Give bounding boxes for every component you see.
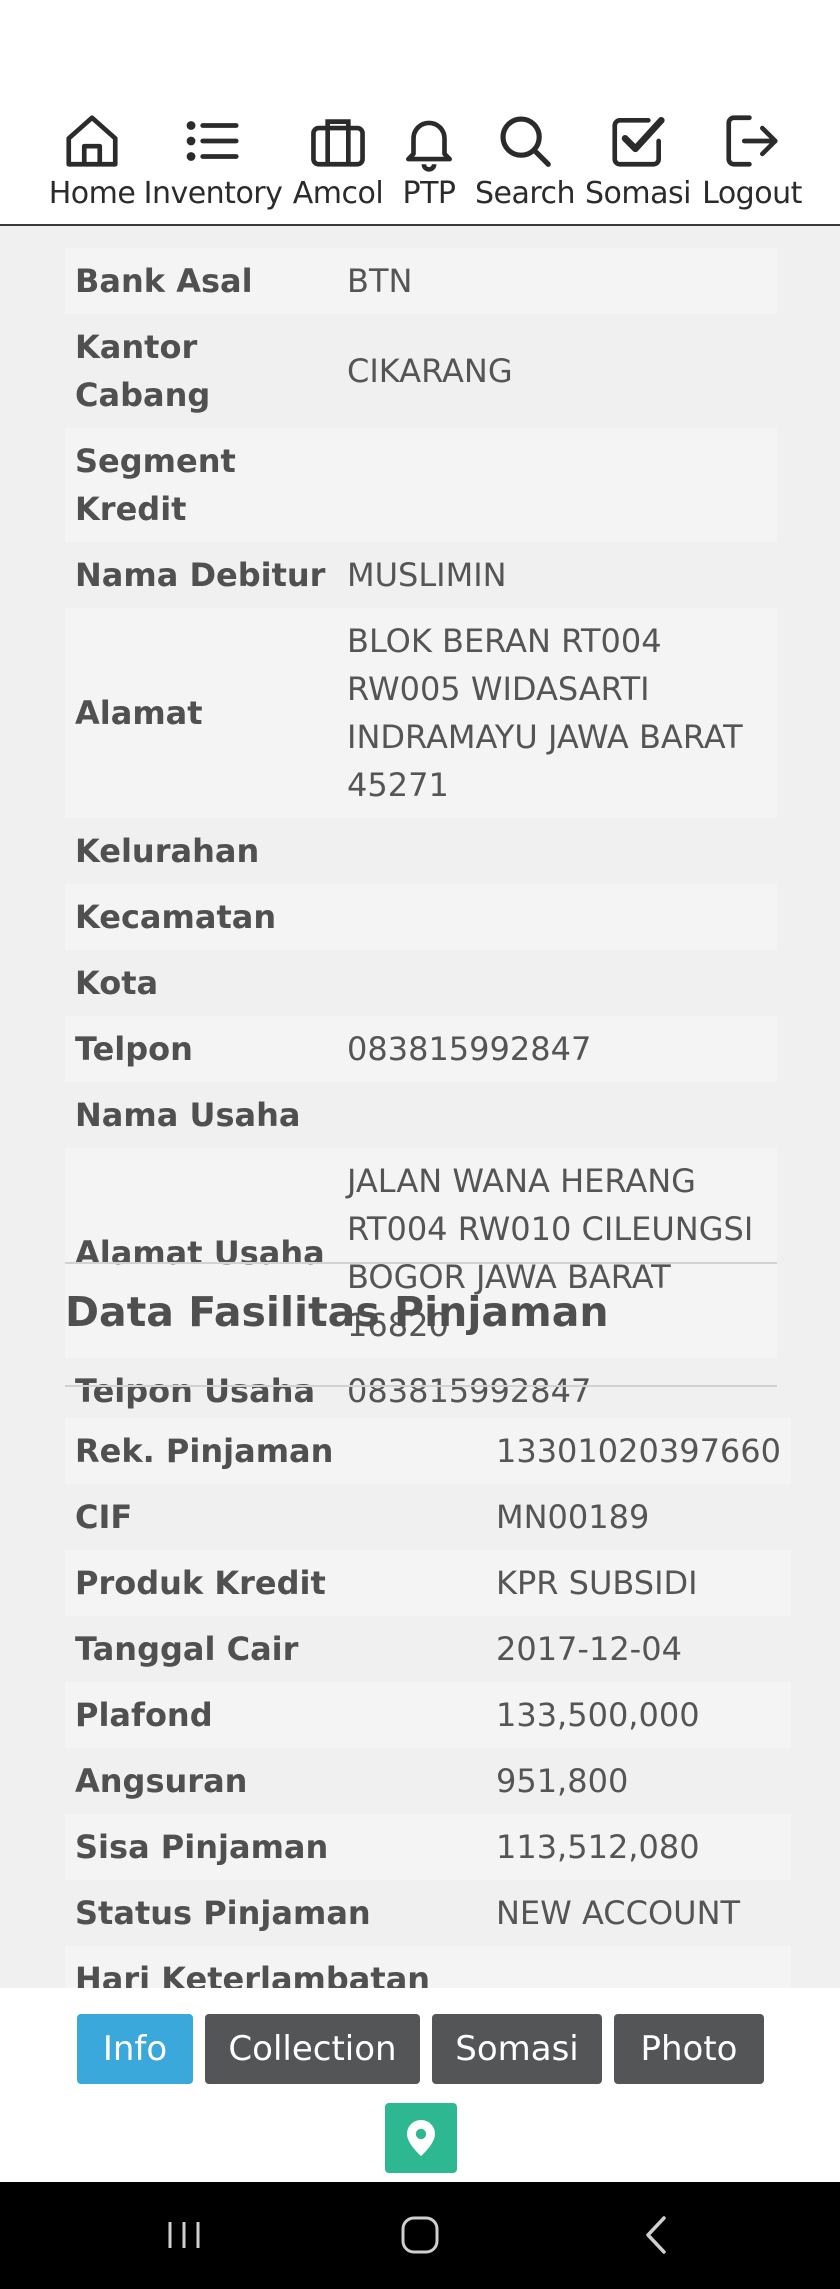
- field-label: Bank Asal: [65, 248, 337, 314]
- field-label: Nama Usaha: [65, 1082, 337, 1148]
- back-icon[interactable]: [636, 2210, 676, 2260]
- nav-logout-label: Logout: [702, 176, 802, 211]
- field-label: Angsuran: [65, 1748, 486, 1814]
- field-value: 2017-12-04: [485, 1616, 791, 1682]
- table-row: Kantor Cabang CIKARANG: [65, 314, 777, 428]
- tab-info[interactable]: Info: [77, 2014, 193, 2084]
- field-value: [337, 428, 777, 542]
- field-value: 951,800: [485, 1748, 791, 1814]
- field-value: [337, 884, 777, 950]
- nav-inventory-label: Inventory: [143, 176, 283, 211]
- table-row: Angsuran 951,800: [65, 1748, 791, 1814]
- field-value: 13301020397660: [485, 1418, 791, 1484]
- map-marker-icon: [407, 2120, 435, 2156]
- table-row: Rek. Pinjaman 13301020397660: [65, 1418, 791, 1484]
- section-divider-bottom: [65, 1385, 777, 1387]
- debitur-table: Bank Asal BTN Kantor Cabang CIKARANG Segment…: [65, 248, 777, 1424]
- table-row: Kota: [65, 950, 777, 1016]
- table-row: Hari Keterlambatan (DPD)0: [65, 1946, 791, 1988]
- table-row: Produk Kredit KPR SUBSIDI: [65, 1550, 791, 1616]
- table-row: Plafond 133,500,000: [65, 1682, 791, 1748]
- field-value: KPR SUBSIDI: [485, 1550, 791, 1616]
- field-label: Tanggal Cair: [65, 1616, 486, 1682]
- tab-photo[interactable]: Photo: [614, 2014, 764, 2084]
- field-label: Telpon: [65, 1016, 337, 1082]
- field-label: Nama Debitur: [65, 542, 337, 608]
- bottom-tab-bar: Info Collection Somasi Photo: [0, 1988, 840, 2182]
- fasilitas-table: Rek. Pinjaman 13301020397660 CIF MN00189 Pro…: [65, 1418, 791, 1988]
- field-value: 113,512,080: [485, 1814, 791, 1880]
- nav-home-label: Home: [48, 176, 136, 211]
- field-value: [337, 950, 777, 1016]
- table-row: Kelurahan: [65, 818, 777, 884]
- field-value: [337, 818, 777, 884]
- field-value: [337, 1082, 777, 1148]
- field-value: 083815992847: [337, 1016, 777, 1082]
- checkbox-icon: [612, 116, 665, 167]
- search-icon: [500, 116, 551, 167]
- field-value: 0: [485, 1946, 791, 1988]
- field-value: NEW ACCOUNT: [485, 1880, 791, 1946]
- table-row: Tanggal Cair 2017-12-04: [65, 1616, 791, 1682]
- section-title: Data Fasilitas Pinjaman: [65, 1288, 609, 1336]
- field-label: Alamat: [65, 608, 337, 818]
- home-system-icon[interactable]: [397, 2210, 443, 2260]
- list-icon: [186, 121, 239, 161]
- top-navigation: Home Inventory Amcol PTP Search Somasi L…: [0, 0, 840, 226]
- nav-logout[interactable]: Logout: [682, 110, 822, 211]
- field-value: CIKARANG: [337, 314, 777, 428]
- table-row: CIF MN00189: [65, 1484, 791, 1550]
- field-label: Status Pinjaman: [65, 1880, 486, 1946]
- tab-collection[interactable]: Collection: [205, 2014, 420, 2084]
- table-row: Status Pinjaman NEW ACCOUNT: [65, 1880, 791, 1946]
- field-value: 083815992847: [337, 1358, 777, 1424]
- nav-home[interactable]: Home: [22, 110, 162, 211]
- field-label: Sisa Pinjaman: [65, 1814, 486, 1880]
- table-row: Telpon Usaha 083815992847: [65, 1358, 777, 1424]
- table-row: Nama Usaha: [65, 1082, 777, 1148]
- field-label: CIF: [65, 1484, 486, 1550]
- field-label: Rek. Pinjaman: [65, 1418, 486, 1484]
- recent-apps-icon[interactable]: [162, 2210, 206, 2260]
- field-value: BLOK BERAN RT004 RW005 WIDASARTI INDRAMA…: [337, 608, 777, 818]
- section-divider-top: [65, 1262, 777, 1264]
- table-row: Kecamatan: [65, 884, 777, 950]
- table-row: Bank Asal BTN: [65, 248, 777, 314]
- map-button[interactable]: [385, 2103, 457, 2173]
- table-row: Nama Debitur MUSLIMIN: [65, 542, 777, 608]
- home-icon: [66, 115, 118, 167]
- field-label: Produk Kredit: [65, 1550, 486, 1616]
- nav-inventory[interactable]: Inventory: [143, 110, 283, 211]
- system-navigation-bar: [0, 2182, 840, 2289]
- tab-somasi[interactable]: Somasi: [432, 2014, 602, 2084]
- field-label: Segment Kredit: [65, 428, 337, 542]
- field-value: BTN: [337, 248, 777, 314]
- logout-icon: [726, 115, 778, 167]
- field-value: 133,500,000: [485, 1682, 791, 1748]
- table-row: Alamat BLOK BERAN RT004 RW005 WIDASARTI I…: [65, 608, 777, 818]
- field-label: Plafond: [65, 1682, 486, 1748]
- field-label: Kecamatan: [65, 884, 337, 950]
- bell-icon: [406, 120, 452, 172]
- field-label: Kelurahan: [65, 818, 337, 884]
- field-value: MN00189: [485, 1484, 791, 1550]
- detail-content[interactable]: Bank Asal BTN Kantor Cabang CIKARANG Segment…: [0, 228, 840, 1988]
- field-label: Telpon Usaha: [65, 1358, 337, 1424]
- field-label: Kantor Cabang: [65, 314, 337, 428]
- field-value: MUSLIMIN: [337, 542, 777, 608]
- table-row: Telpon 083815992847: [65, 1016, 777, 1082]
- field-label: Hari Keterlambatan (DPD): [65, 1946, 486, 1988]
- table-row: Sisa Pinjaman 113,512,080: [65, 1814, 791, 1880]
- field-label: Kota: [65, 950, 337, 1016]
- table-row: Segment Kredit: [65, 428, 777, 542]
